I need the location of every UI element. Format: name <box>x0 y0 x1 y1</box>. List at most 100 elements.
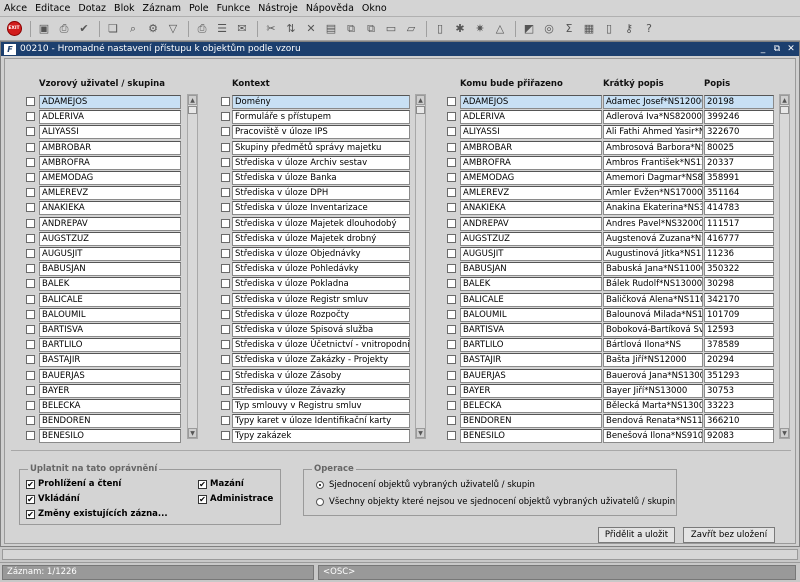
minimize-icon[interactable]: _ <box>757 44 769 54</box>
target-short-cell[interactable]: Augstenová Zuzana*NS1 <box>603 231 703 246</box>
user-select-checkbox[interactable] <box>26 142 35 152</box>
delete-record-icon[interactable]: ✕ <box>302 20 320 38</box>
context-select-checkbox[interactable] <box>221 325 230 334</box>
target-desc-cell[interactable]: 399246 <box>704 110 774 125</box>
target-login-cell[interactable]: BARTISVA <box>460 323 602 337</box>
menu-item-9[interactable]: Okno <box>362 3 387 14</box>
context-select-checkbox[interactable] <box>221 279 230 289</box>
target-desc-cell[interactable]: 30753 <box>704 383 774 398</box>
user-cell[interactable]: BAUERJAS <box>39 368 181 383</box>
user-select-checkbox[interactable] <box>26 309 35 319</box>
context-cell[interactable]: Formuláře s přístupem <box>232 110 410 125</box>
target-short-cell[interactable]: Amler Evžen*NS17000 <box>603 186 703 201</box>
user-cell[interactable]: AMLEREVZ <box>39 186 181 201</box>
target-select-checkbox[interactable] <box>447 401 456 410</box>
target-login-cell[interactable]: ALIYASSI <box>460 125 602 140</box>
context-select-checkbox[interactable] <box>221 294 230 304</box>
user-cell[interactable]: BABUSJAN <box>39 262 181 277</box>
user-select-checkbox[interactable] <box>26 370 35 380</box>
target-short-cell[interactable]: Adamec Josef*NS12000 <box>603 95 703 109</box>
user-select-checkbox[interactable] <box>26 127 35 137</box>
globe-icon[interactable]: ◎ <box>540 20 558 38</box>
target-select-checkbox[interactable] <box>447 249 456 258</box>
context-cell[interactable]: Domény <box>232 95 410 109</box>
context-select-checkbox[interactable] <box>221 233 230 243</box>
menu-item-6[interactable]: Funkce <box>217 3 251 14</box>
context-cell[interactable]: Typy karet v úloze Identifikační karty <box>232 414 410 429</box>
user-cell[interactable]: BENESILO <box>39 429 181 444</box>
menu-item-7[interactable]: Nástroje <box>258 3 298 14</box>
user-select-checkbox[interactable] <box>26 203 35 213</box>
target-desc-cell[interactable]: 101709 <box>704 307 774 322</box>
context-cell[interactable]: Typy zakázek <box>232 429 410 444</box>
user-select-checkbox[interactable] <box>26 173 35 182</box>
target-short-cell[interactable]: Augustinová Jitka*NS110 <box>603 247 703 261</box>
target-desc-cell[interactable]: 322670 <box>704 125 774 140</box>
context-cell[interactable]: Střediska v úloze Inventarizace <box>232 201 410 216</box>
user-select-checkbox[interactable] <box>26 294 35 304</box>
query-icon[interactable]: ❏ <box>104 20 122 38</box>
target-select-checkbox[interactable] <box>447 431 456 441</box>
context-cell[interactable]: Střediska v úloze Objednávky <box>232 247 410 261</box>
context-cell[interactable]: Střediska v úloze Pohledávky <box>232 262 410 277</box>
target-desc-cell[interactable]: 20294 <box>704 353 774 368</box>
context-select-checkbox[interactable] <box>221 218 230 228</box>
scroll-thumb[interactable] <box>780 106 789 114</box>
scroll-down-icon[interactable]: ▼ <box>188 428 197 438</box>
context-select-checkbox[interactable] <box>221 264 230 274</box>
sum-icon[interactable]: Σ <box>560 20 578 38</box>
context-select-checkbox[interactable] <box>221 340 230 350</box>
close-nosave-button[interactable]: Zavřít bez uložení <box>683 527 775 543</box>
target-desc-cell[interactable]: 416777 <box>704 231 774 246</box>
user-cell[interactable]: BALEK <box>39 277 181 292</box>
perm-update-checkbox[interactable]: ✔ Změny existujících zázna... <box>26 509 168 519</box>
user-select-checkbox[interactable] <box>26 340 35 350</box>
context-cell[interactable]: Střediska v úloze Majetek dlouhodobý <box>232 216 410 231</box>
target-select-checkbox[interactable] <box>447 188 456 198</box>
target-short-cell[interactable]: Bálek Rudolf*NS13000 <box>603 277 703 292</box>
target-short-cell[interactable]: Bauerová Jana*NS13000 <box>603 368 703 383</box>
target-login-cell[interactable]: AMBROBAR <box>460 140 602 155</box>
user-select-checkbox[interactable] <box>26 385 35 395</box>
menu-item-5[interactable]: Pole <box>189 3 209 14</box>
context-select-checkbox[interactable] <box>221 157 230 167</box>
context-select-checkbox[interactable] <box>221 416 230 426</box>
find-icon[interactable]: ⌕ <box>124 20 142 38</box>
scroll-up-icon[interactable]: ▲ <box>188 95 197 105</box>
context-cell[interactable]: Střediska v úloze Zásoby <box>232 368 410 383</box>
perm-read-checkbox[interactable]: ✔ Prohlížení a čtení <box>26 479 121 489</box>
mail-icon[interactable]: ✉ <box>233 20 251 38</box>
context-select-checkbox[interactable] <box>221 203 230 213</box>
save-icon[interactable]: ▣ <box>35 20 53 38</box>
context-select-checkbox[interactable] <box>221 249 230 258</box>
user-select-checkbox[interactable] <box>26 218 35 228</box>
user-cell[interactable]: ALIYASSI <box>39 125 181 140</box>
scroll-thumb[interactable] <box>416 106 425 114</box>
list-icon[interactable]: ☰ <box>213 20 231 38</box>
execute-icon[interactable]: ⚙ <box>144 20 162 38</box>
assign-save-button[interactable]: Přidělit a uložit <box>598 527 675 543</box>
target-login-cell[interactable]: ANAKIEKA <box>460 201 602 216</box>
cut-icon[interactable]: ✂ <box>262 20 280 38</box>
user-select-checkbox[interactable] <box>26 279 35 289</box>
context-select-checkbox[interactable] <box>221 173 230 182</box>
user-select-checkbox[interactable] <box>26 112 35 122</box>
target-desc-cell[interactable]: 111517 <box>704 216 774 231</box>
target-login-cell[interactable]: BALICALE <box>460 292 602 307</box>
window-hscrollbar[interactable] <box>2 549 798 560</box>
target-login-cell[interactable]: BALEK <box>460 277 602 292</box>
user-cell[interactable]: BALOUMIL <box>39 307 181 322</box>
target-short-cell[interactable]: Babuská Jana*NS11000 <box>603 262 703 277</box>
menu-item-3[interactable]: Blok <box>114 3 134 14</box>
user-cell[interactable]: AMBROBAR <box>39 140 181 155</box>
target-short-cell[interactable]: Bělecká Marta*NS13000 <box>603 399 703 413</box>
user-select-checkbox[interactable] <box>26 431 35 441</box>
user-cell[interactable]: ADLERIVA <box>39 110 181 125</box>
target-select-checkbox[interactable] <box>447 157 456 167</box>
insert-record-icon[interactable]: ▤ <box>322 20 340 38</box>
calc-icon[interactable]: ▦ <box>580 20 598 38</box>
target-short-cell[interactable]: Ambros František*NS120 <box>603 155 703 170</box>
target-desc-cell[interactable]: 342170 <box>704 292 774 307</box>
context-cell[interactable]: Střediska v úloze DPH <box>232 186 410 201</box>
perm-admin-checkbox[interactable]: ✔ Administrace <box>198 494 273 504</box>
